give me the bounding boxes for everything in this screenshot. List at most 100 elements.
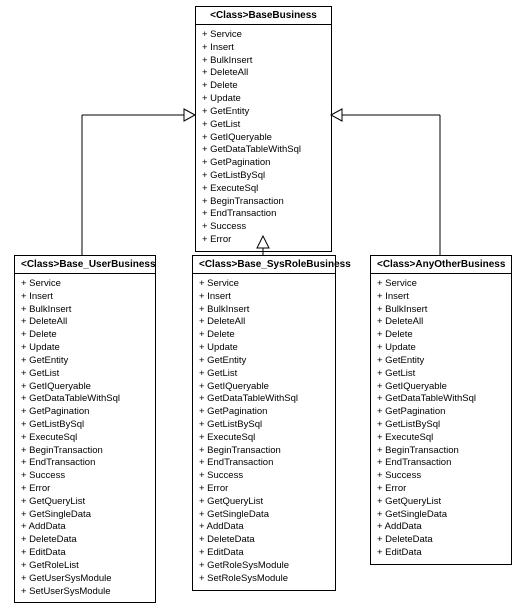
- class-member: + Success: [202, 221, 325, 234]
- class-members: + Service+ Insert+ BulkInsert+ DeleteAll…: [371, 274, 511, 564]
- class-member: + GetPagination: [377, 406, 505, 419]
- class-member: + GetRoleList: [21, 560, 149, 573]
- class-title: <Class>AnyOtherBusiness: [371, 256, 511, 274]
- class-member: + Error: [202, 234, 325, 247]
- class-member: + BeginTransaction: [199, 445, 329, 458]
- class-member: + BulkInsert: [21, 304, 149, 317]
- class-member: + ExecuteSql: [21, 432, 149, 445]
- class-member: + Insert: [377, 291, 505, 304]
- class-member: + GetSingleData: [199, 509, 329, 522]
- class-member: + GetPagination: [21, 406, 149, 419]
- class-member: + BeginTransaction: [202, 196, 325, 209]
- class-member: + EditData: [377, 547, 505, 560]
- class-member: + GetListBySql: [21, 419, 149, 432]
- class-member: + BulkInsert: [377, 304, 505, 317]
- class-member: + GetIQueryable: [377, 381, 505, 394]
- class-member: + GetDataTableWithSql: [21, 393, 149, 406]
- class-member: + Success: [377, 470, 505, 483]
- class-member: + ExecuteSql: [202, 183, 325, 196]
- class-member: + GetListBySql: [199, 419, 329, 432]
- class-title: <Class>BaseBusiness: [196, 7, 331, 25]
- class-member: + GetUserSysModule: [21, 573, 149, 586]
- class-member: + Update: [202, 93, 325, 106]
- class-member: + GetEntity: [377, 355, 505, 368]
- class-member: + GetEntity: [21, 355, 149, 368]
- class-member: + GetRoleSysModule: [199, 560, 329, 573]
- class-member: + GetSingleData: [377, 509, 505, 522]
- class-member: + ExecuteSql: [377, 432, 505, 445]
- class-member: + Error: [377, 483, 505, 496]
- class-member: + BulkInsert: [202, 55, 325, 68]
- class-member: + AddData: [377, 521, 505, 534]
- class-member: + ExecuteSql: [199, 432, 329, 445]
- class-member: + Update: [199, 342, 329, 355]
- class-members: + Service+ Insert+ BulkInsert+ DeleteAll…: [15, 274, 155, 602]
- class-members: + Service+ Insert+ BulkInsert+ DeleteAll…: [196, 25, 331, 251]
- class-member: + Delete: [202, 80, 325, 93]
- class-member: + AddData: [21, 521, 149, 534]
- class-member: + GetList: [377, 368, 505, 381]
- class-member: + BulkInsert: [199, 304, 329, 317]
- class-member: + GetIQueryable: [21, 381, 149, 394]
- class-member: + Error: [21, 483, 149, 496]
- class-member: + BeginTransaction: [377, 445, 505, 458]
- class-member: + SetRoleSysModule: [199, 573, 329, 586]
- class-member: + GetQueryList: [199, 496, 329, 509]
- class-member: + Delete: [377, 329, 505, 342]
- class-member: + Error: [199, 483, 329, 496]
- class-basebusiness: <Class>BaseBusiness + Service+ Insert+ B…: [195, 6, 332, 252]
- class-member: + Insert: [199, 291, 329, 304]
- class-member: + SetUserSysModule: [21, 586, 149, 599]
- class-member: + Insert: [21, 291, 149, 304]
- class-member: + Delete: [199, 329, 329, 342]
- class-member: + EndTransaction: [202, 208, 325, 221]
- class-member: + GetList: [21, 368, 149, 381]
- class-member: + Service: [377, 278, 505, 291]
- class-member: + GetPagination: [202, 157, 325, 170]
- class-member: + BeginTransaction: [21, 445, 149, 458]
- class-members: + Service+ Insert+ BulkInsert+ DeleteAll…: [193, 274, 335, 590]
- class-member: + Update: [377, 342, 505, 355]
- class-member: + EndTransaction: [199, 457, 329, 470]
- class-anyotherbusiness: <Class>AnyOtherBusiness + Service+ Inser…: [370, 255, 512, 565]
- class-member: + GetEntity: [199, 355, 329, 368]
- class-member: + GetDataTableWithSql: [202, 144, 325, 157]
- class-member: + GetList: [199, 368, 329, 381]
- class-member: + GetEntity: [202, 106, 325, 119]
- class-member: + GetDataTableWithSql: [199, 393, 329, 406]
- class-member: + Insert: [202, 42, 325, 55]
- class-member: + EditData: [21, 547, 149, 560]
- class-base-sysrolebusiness: <Class>Base_SysRoleBusiness + Service+ I…: [192, 255, 336, 591]
- class-member: + EndTransaction: [21, 457, 149, 470]
- class-member: + EndTransaction: [377, 457, 505, 470]
- class-member: + GetListBySql: [377, 419, 505, 432]
- class-member: + Success: [199, 470, 329, 483]
- class-member: + DeleteData: [199, 534, 329, 547]
- class-title: <Class>Base_SysRoleBusiness: [193, 256, 335, 274]
- class-member: + DeleteData: [21, 534, 149, 547]
- class-member: + GetPagination: [199, 406, 329, 419]
- class-member: + Service: [202, 29, 325, 42]
- class-member: + GetSingleData: [21, 509, 149, 522]
- class-member: + Service: [199, 278, 329, 291]
- class-member: + AddData: [199, 521, 329, 534]
- class-title: <Class>Base_UserBusiness: [15, 256, 155, 274]
- class-member: + DeleteAll: [377, 316, 505, 329]
- class-member: + DeleteAll: [21, 316, 149, 329]
- class-member: + GetIQueryable: [199, 381, 329, 394]
- class-member: + Success: [21, 470, 149, 483]
- class-member: + GetDataTableWithSql: [377, 393, 505, 406]
- class-member: + Delete: [21, 329, 149, 342]
- class-member: + Update: [21, 342, 149, 355]
- class-member: + EditData: [199, 547, 329, 560]
- class-member: + Service: [21, 278, 149, 291]
- class-member: + DeleteAll: [202, 67, 325, 80]
- class-member: + DeleteAll: [199, 316, 329, 329]
- class-member: + GetQueryList: [377, 496, 505, 509]
- class-member: + GetList: [202, 119, 325, 132]
- class-member: + GetIQueryable: [202, 132, 325, 145]
- class-member: + GetListBySql: [202, 170, 325, 183]
- class-base-userbusiness: <Class>Base_UserBusiness + Service+ Inse…: [14, 255, 156, 603]
- class-member: + DeleteData: [377, 534, 505, 547]
- class-member: + GetQueryList: [21, 496, 149, 509]
